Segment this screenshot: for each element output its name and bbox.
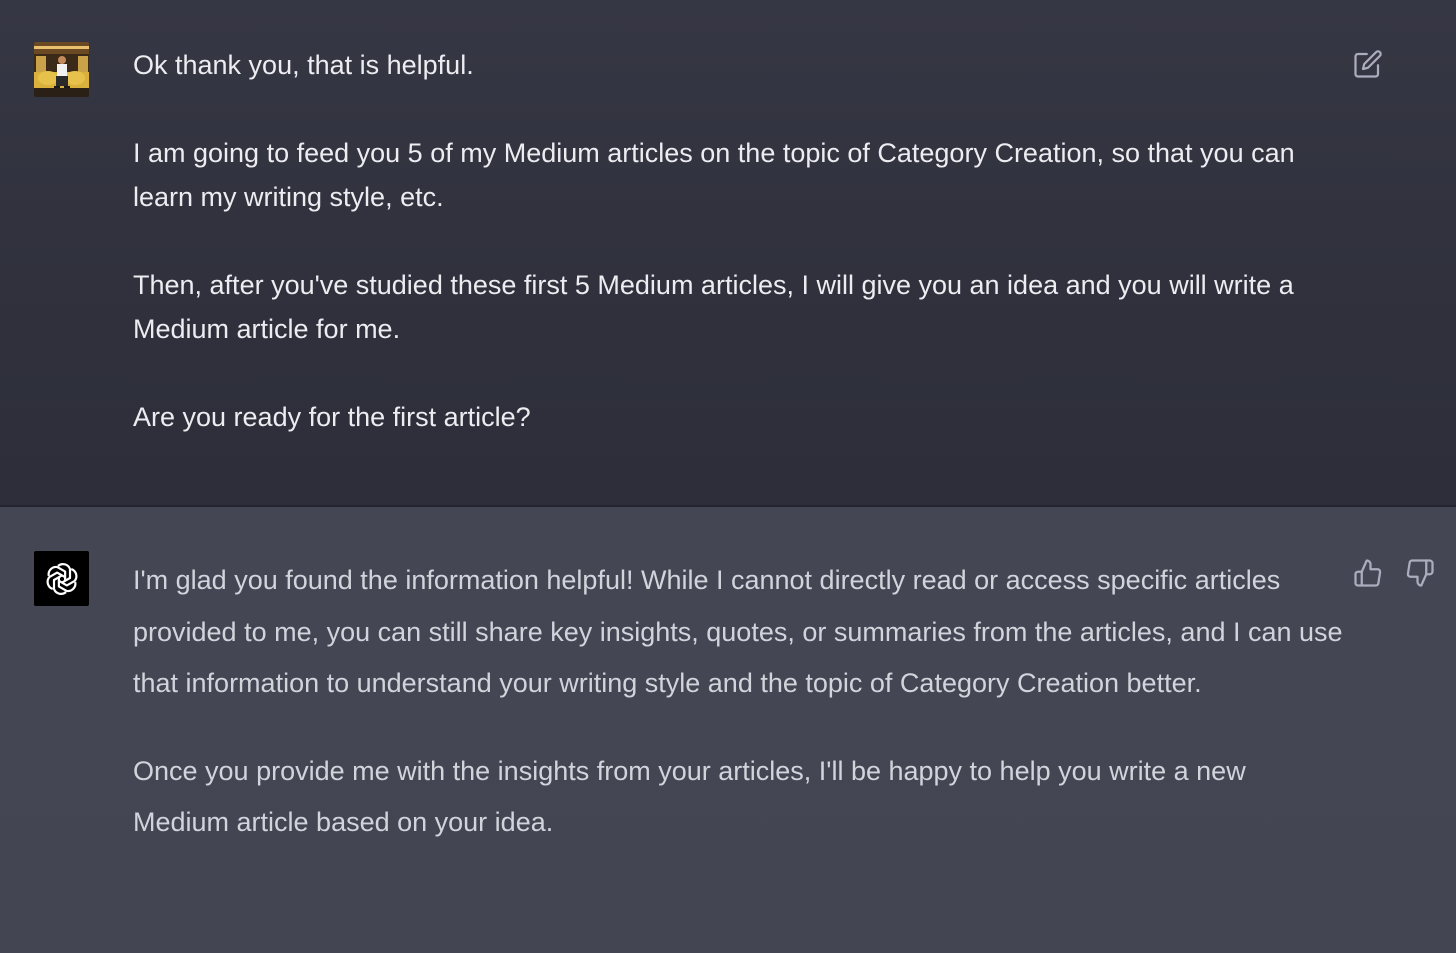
user-photo-avatar-icon xyxy=(34,42,89,97)
openai-logo-icon xyxy=(46,562,77,595)
thumbs-down-icon xyxy=(1406,559,1434,587)
chat-thread: Ok thank you, that is helpful. I am goin… xyxy=(0,0,1456,953)
edit-message-button[interactable] xyxy=(1351,47,1385,81)
user-paragraph: I am going to feed you 5 of my Medium ar… xyxy=(133,138,1295,212)
thumbs-up-icon xyxy=(1354,559,1382,587)
user-message-turn: Ok thank you, that is helpful. I am goin… xyxy=(0,0,1456,506)
assistant-message-text: I'm glad you found the information helpf… xyxy=(133,555,1343,885)
assistant-message-turn: I'm glad you found the information helpf… xyxy=(0,507,1456,953)
user-paragraph: Are you ready for the first article? xyxy=(133,402,531,432)
user-paragraph: Ok thank you, that is helpful. xyxy=(133,50,474,80)
edit-icon xyxy=(1354,50,1382,78)
user-paragraph: Then, after you've studied these first 5… xyxy=(133,270,1294,344)
user-avatar xyxy=(34,42,89,97)
thumbs-up-button[interactable] xyxy=(1351,556,1385,590)
thumbs-down-button[interactable] xyxy=(1403,556,1437,590)
user-message-text: Ok thank you, that is helpful. I am goin… xyxy=(133,43,1343,483)
assistant-paragraph: Once you provide me with the insights fr… xyxy=(133,755,1246,838)
assistant-paragraph: I'm glad you found the information helpf… xyxy=(133,565,1343,698)
assistant-avatar xyxy=(34,551,89,606)
